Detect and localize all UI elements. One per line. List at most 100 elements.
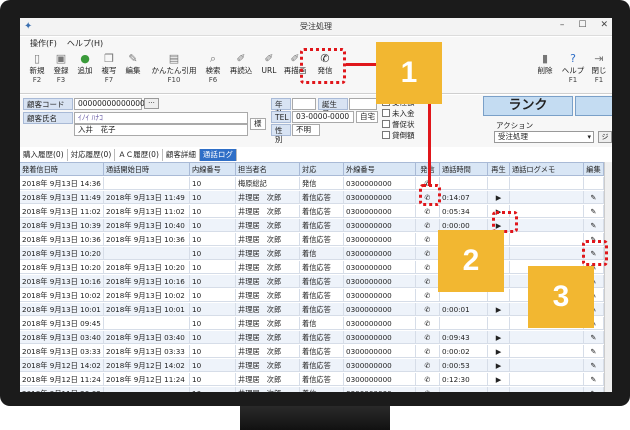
phone-icon[interactable]: ✆ <box>416 303 440 316</box>
edit-memo-icon[interactable]: ✎ <box>584 331 604 344</box>
add-button[interactable]: ● 追加 <box>72 52 98 76</box>
check-unpaid[interactable]: 未入金 <box>382 109 415 119</box>
url-button[interactable]: ✐ URL <box>256 52 282 76</box>
table-row[interactable]: 2018年 9月13日 10:20 10 井理居 次郎 着信 0300000000 ✆ ✎ <box>20 247 612 260</box>
table-row[interactable]: 2018年 9月13日 10:16 2018年 9月13日 10:16 10 井理居 … <box>20 275 612 288</box>
play-icon[interactable] <box>488 387 510 392</box>
customer-kana-field[interactable]: ｲﾉｲ ﾊﾅｺ <box>74 112 248 124</box>
phone-icon[interactable]: ✆ <box>416 373 440 386</box>
phone-icon[interactable]: ✆ <box>416 317 440 330</box>
play-icon[interactable]: ▶ <box>488 303 510 316</box>
column-header[interactable]: 通話時間 <box>440 163 488 176</box>
customer-lookup-button[interactable]: ··· <box>144 98 159 109</box>
table-row[interactable]: 2018年 9月13日 10:39 2018年 9月13日 10:40 10 井理居 … <box>20 219 612 232</box>
table-row[interactable]: 2018年 9月13日 03:33 2018年 9月13日 03:33 10 井理居 … <box>20 345 612 358</box>
minimize-button[interactable]: – <box>560 20 565 30</box>
table-cell <box>104 177 190 190</box>
table-cell <box>510 373 584 386</box>
phone-icon[interactable]: ✆ <box>416 247 440 260</box>
table-row[interactable]: 2018年 9月13日 10:36 2018年 9月13日 10:36 10 井理居 … <box>20 233 612 246</box>
column-header[interactable]: 再生 <box>488 163 510 176</box>
edit-button[interactable]: ✎ 編集 <box>120 52 146 76</box>
table-row[interactable]: 2018年 9月11日 20:02 10井理居 次郎着信0300000000✆ ✎ <box>20 387 612 392</box>
column-header[interactable]: 外線番号 <box>344 163 416 176</box>
column-header[interactable]: 内線番号 <box>190 163 236 176</box>
table-row[interactable]: 2018年 9月13日 11:02 2018年 9月13日 11:02 10 井理居 … <box>20 205 612 218</box>
column-header[interactable]: 担当者名 <box>236 163 300 176</box>
delete-button[interactable]: ▮ 削除 <box>532 52 558 76</box>
phone-icon[interactable]: ✆ <box>416 219 440 232</box>
edit-memo-icon[interactable]: ✎ <box>584 373 604 386</box>
tab-support-history[interactable]: 対応履歴(0) <box>68 149 116 161</box>
table-cell: 0:14:07 <box>440 191 488 204</box>
phone-icon[interactable]: ✆ <box>416 345 440 358</box>
column-header[interactable]: 編集 <box>584 163 604 176</box>
table-row[interactable]: 2018年 9月13日 10:01 2018年 9月13日 10:01 10 井理居 … <box>20 303 612 316</box>
quick-quote-button[interactable]: ▤ かんたん引用 F10 <box>146 52 202 85</box>
edit-memo-icon[interactable] <box>584 177 604 190</box>
menu-help[interactable]: ヘルプ(H) <box>67 38 103 49</box>
play-icon[interactable]: ▶ <box>488 331 510 344</box>
birth-month-field[interactable] <box>349 98 377 110</box>
tab-customer-detail[interactable]: 顧客詳細 <box>163 149 200 161</box>
table-row[interactable]: 2018年 9月13日 10:20 2018年 9月13日 10:20 10 井理居 … <box>20 261 612 274</box>
edit-memo-icon[interactable]: ✎ <box>584 205 604 218</box>
menu-operation[interactable]: 操作(F) <box>30 38 57 49</box>
phone-icon[interactable]: ✆ <box>416 205 440 218</box>
column-header[interactable]: 通話開始日時 <box>104 163 190 176</box>
close-window-button[interactable]: ✕ <box>600 20 608 30</box>
sex-field[interactable]: 不明 <box>292 124 320 136</box>
play-icon[interactable]: ▶ <box>488 191 510 204</box>
search-button[interactable]: ⌕ 検索 F6 <box>200 52 226 85</box>
edit-memo-icon[interactable]: ✎ <box>584 219 604 232</box>
phone-icon[interactable]: ✆ <box>416 331 440 344</box>
column-header[interactable]: 発着信日時 <box>20 163 104 176</box>
phone-icon[interactable]: ✆ <box>416 387 440 392</box>
action-run-button[interactable]: ジ <box>598 131 612 143</box>
table-row[interactable]: 2018年 9月13日 10:02 2018年 9月13日 10:02 10 井理居 … <box>20 289 612 302</box>
play-icon[interactable]: ▶ <box>488 373 510 386</box>
edit-memo-icon[interactable]: ✎ <box>584 191 604 204</box>
phone-icon[interactable]: ✆ <box>416 275 440 288</box>
column-header[interactable]: 対応 <box>300 163 344 176</box>
help-button[interactable]: ? ヘルプ F1 <box>560 52 586 85</box>
new-button[interactable]: ▯ 新規 F2 <box>24 52 50 85</box>
tab-ac-history[interactable]: ＡＣ履歴(0) <box>115 149 163 161</box>
close-button[interactable]: ⇥ 閉じ F1 <box>586 52 612 85</box>
play-icon[interactable]: ▶ <box>488 359 510 372</box>
play-icon[interactable] <box>488 317 510 330</box>
table-row[interactable]: 2018年 9月12日 14:02 2018年 9月12日 14:02 10 井理居 … <box>20 359 612 372</box>
phone-icon[interactable]: ✆ <box>416 233 440 246</box>
register-button[interactable]: ▣ 登録 F3 <box>48 52 74 85</box>
tab-call-log[interactable]: 通話ログ <box>199 149 237 161</box>
tel-field[interactable]: 03-0000-0000 <box>292 111 354 123</box>
table-cell: 0300000000 <box>344 275 416 288</box>
age-field[interactable] <box>292 98 316 110</box>
check-dunning[interactable]: 督促状 <box>382 120 415 130</box>
phone-icon[interactable]: ✆ <box>416 359 440 372</box>
action-select[interactable]: 受注処理 <box>494 131 594 143</box>
customer-name-field[interactable]: 入井 花子 <box>74 124 248 136</box>
play-icon[interactable] <box>488 177 510 190</box>
maximize-button[interactable]: ☐ <box>578 20 586 30</box>
edit-memo-icon[interactable]: ✎ <box>584 345 604 358</box>
tab-purchase-history[interactable]: 購入履歴(0) <box>20 149 68 161</box>
play-icon[interactable]: ▶ <box>488 345 510 358</box>
table-row[interactable]: 2018年 9月12日 11:24 2018年 9月12日 11:24 10 井理居 … <box>20 373 612 386</box>
check-bad-debt[interactable]: 貸倒額 <box>382 131 415 141</box>
table-row[interactable]: 2018年 9月13日 03:40 2018年 9月13日 03:40 10 井理居 … <box>20 331 612 344</box>
customer-code-field[interactable]: 000000000000002 <box>74 98 150 110</box>
copy-button[interactable]: ❐ 複写 F7 <box>96 52 122 85</box>
tel-kind-field[interactable]: 自宅 <box>356 111 378 123</box>
column-header[interactable]: 通話ログメモ <box>510 163 584 176</box>
vertical-scrollbar[interactable] <box>604 162 612 392</box>
edit-memo-icon[interactable]: ✎ <box>584 359 604 372</box>
table-row[interactable]: 2018年 9月13日 09:4510井理居 次郎着信0300000000✆✎ <box>20 317 612 330</box>
reload-button[interactable]: ✐ 再読込 <box>228 52 254 76</box>
phone-icon[interactable]: ✆ <box>416 289 440 302</box>
table-cell: 井理居 次郎 <box>236 331 300 344</box>
phone-icon[interactable]: ✆ <box>416 261 440 274</box>
table-row[interactable]: 2018年 9月13日 14:3610梅原総記発信0300000000✆ <box>20 177 612 190</box>
table-row[interactable]: 2018年 9月13日 11:49 2018年 9月13日 11:49 10 井理居 … <box>20 191 612 204</box>
edit-memo-icon[interactable]: ✎ <box>584 387 604 392</box>
